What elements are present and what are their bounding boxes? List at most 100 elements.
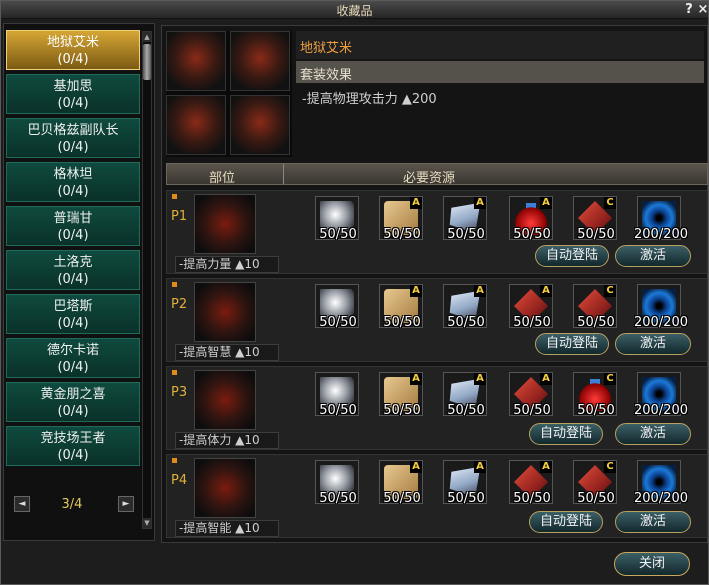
material-slot[interactable]: 50/50 [315, 460, 359, 506]
collection-item-progress: (0/4) [57, 228, 89, 243]
grade-badge: C [604, 197, 616, 209]
set-effect-value: -提高物理攻击力 ▲200 [302, 92, 437, 107]
armor-preview-image [166, 95, 226, 155]
scroll-up-icon[interactable]: ▲ [143, 32, 151, 42]
collection-list-item[interactable]: 巴贝格兹副队长 (0/4) [6, 118, 140, 158]
material-count: 50/50 [319, 403, 357, 418]
material-slot[interactable]: 50/50 [315, 372, 359, 418]
part-label: P4 [171, 473, 188, 488]
part-stat: -提高力量 ▲10 [175, 256, 279, 273]
part-image [194, 194, 256, 254]
title-bar: 收藏品 ? × [1, 1, 708, 19]
collection-item-name: 土洛克 [53, 255, 93, 270]
material-slot[interactable]: A 50/50 [509, 372, 553, 418]
material-count: 200/200 [634, 315, 689, 330]
armor-preview-image [230, 95, 290, 155]
material-slot[interactable]: A 50/50 [443, 284, 487, 330]
part-label: P1 [171, 209, 188, 224]
activate-button[interactable]: 激活 [615, 245, 691, 267]
list-scrollbar[interactable]: ▲ ▼ [142, 31, 152, 529]
material-slot[interactable]: A 50/50 [379, 284, 423, 330]
material-count: 50/50 [383, 227, 421, 242]
collection-window: 收藏品 ? × 地狱艾米 (0/4) 基加思 (0/4) 巴贝格兹副队长 (0/4) 格林坦… [0, 0, 709, 585]
material-slot[interactable]: 200/200 [634, 284, 688, 330]
material-count: 50/50 [513, 403, 551, 418]
grade-badge: A [474, 197, 486, 209]
collection-item-progress: (0/4) [57, 272, 89, 287]
material-slot[interactable]: C 50/50 [573, 196, 617, 242]
part-stat: -提高体力 ▲10 [175, 432, 279, 449]
material-slot[interactable]: A 50/50 [509, 284, 553, 330]
collection-list: 地狱艾米 (0/4) 基加思 (0/4) 巴贝格兹副队长 (0/4) 格林坦 (0/4) 普瑞甘… [6, 30, 140, 470]
header-part: 部位 [209, 171, 236, 186]
material-slot[interactable]: A 50/50 [443, 372, 487, 418]
activate-button[interactable]: 激活 [615, 333, 691, 355]
part-image [194, 370, 256, 430]
material-slot[interactable]: 200/200 [634, 372, 688, 418]
grade-badge: A [474, 373, 486, 385]
armor-preview-image [166, 31, 226, 91]
auto-register-button[interactable]: 自动登陆 [535, 245, 609, 267]
collection-item-name: 巴塔斯 [53, 299, 93, 314]
material-count: 50/50 [577, 403, 615, 418]
material-slot[interactable]: C 50/50 [573, 372, 617, 418]
collection-list-item[interactable]: 格林坦 (0/4) [6, 162, 140, 202]
grade-badge: C [604, 373, 616, 385]
collection-item-name: 基加思 [53, 79, 93, 94]
scroll-thumb[interactable] [143, 44, 151, 80]
grade-badge: C [604, 285, 616, 297]
collection-list-item[interactable]: 巴塔斯 (0/4) [6, 294, 140, 334]
collection-list-item[interactable]: 竞技场王者 (0/4) [6, 426, 140, 466]
part-marker [172, 194, 177, 199]
material-count: 50/50 [319, 491, 357, 506]
collection-item-progress: (0/4) [57, 360, 89, 375]
material-slot[interactable]: 200/200 [634, 196, 688, 242]
auto-register-button[interactable]: 自动登陆 [529, 423, 603, 445]
auto-register-button[interactable]: 自动登陆 [529, 511, 603, 533]
material-slot[interactable]: A 50/50 [379, 196, 423, 242]
material-slot[interactable]: A 50/50 [443, 196, 487, 242]
collection-list-panel: 地狱艾米 (0/4) 基加思 (0/4) 巴贝格兹副队长 (0/4) 格林坦 (0/4) 普瑞甘… [3, 23, 155, 541]
part-row: P1 -提高力量 ▲10 50/50 A 50/50 A 50/50 A 50/50 C 50/50… [166, 190, 708, 274]
material-slot[interactable]: 50/50 [315, 284, 359, 330]
collection-list-item[interactable]: 黄金朋之喜 (0/4) [6, 382, 140, 422]
collection-list-item[interactable]: 土洛克 (0/4) [6, 250, 140, 290]
material-slot[interactable]: A 50/50 [379, 372, 423, 418]
material-slot[interactable]: C 50/50 [573, 460, 617, 506]
material-slot[interactable]: A 50/50 [379, 460, 423, 506]
close-button[interactable]: 关闭 [614, 552, 690, 576]
part-row: P3 -提高体力 ▲10 50/50 A 50/50 A 50/50 A 50/50 C 50/50… [166, 366, 708, 450]
activate-button[interactable]: 激活 [615, 511, 691, 533]
scroll-down-icon[interactable]: ▼ [143, 518, 151, 528]
activate-button[interactable]: 激活 [615, 423, 691, 445]
material-slot[interactable]: 200/200 [634, 460, 688, 506]
collection-list-item[interactable]: 普瑞甘 (0/4) [6, 206, 140, 246]
material-count: 200/200 [634, 403, 689, 418]
material-count: 50/50 [577, 315, 615, 330]
collection-list-item[interactable]: 地狱艾米 (0/4) [6, 30, 140, 70]
material-slot[interactable]: A 50/50 [509, 196, 553, 242]
part-row: P4 -提高智能 ▲10 50/50 A 50/50 A 50/50 A 50/50 C 50/50… [166, 454, 708, 538]
material-slot[interactable]: C 50/50 [573, 284, 617, 330]
material-slot[interactable]: 50/50 [315, 196, 359, 242]
collection-list-item[interactable]: 基加思 (0/4) [6, 74, 140, 114]
collection-item-name: 黄金朋之喜 [40, 387, 106, 402]
grade-badge: A [410, 461, 422, 473]
grade-badge: A [410, 285, 422, 297]
header-resources: 必要资源 [403, 171, 456, 186]
material-count: 50/50 [447, 491, 485, 506]
part-image [194, 282, 256, 342]
material-count: 50/50 [513, 227, 551, 242]
prev-page-icon[interactable]: ◄ [14, 496, 30, 512]
material-count: 50/50 [383, 315, 421, 330]
material-slot[interactable]: A 50/50 [509, 460, 553, 506]
collection-list-item[interactable]: 德尔卡诺 (0/4) [6, 338, 140, 378]
material-count: 50/50 [319, 227, 357, 242]
next-page-icon[interactable]: ► [118, 496, 134, 512]
auto-register-button[interactable]: 自动登陆 [535, 333, 609, 355]
grade-badge: A [474, 285, 486, 297]
grade-badge: C [604, 461, 616, 473]
collection-item-name: 格林坦 [53, 167, 93, 182]
close-icon[interactable]: × [695, 1, 709, 18]
material-slot[interactable]: A 50/50 [443, 460, 487, 506]
